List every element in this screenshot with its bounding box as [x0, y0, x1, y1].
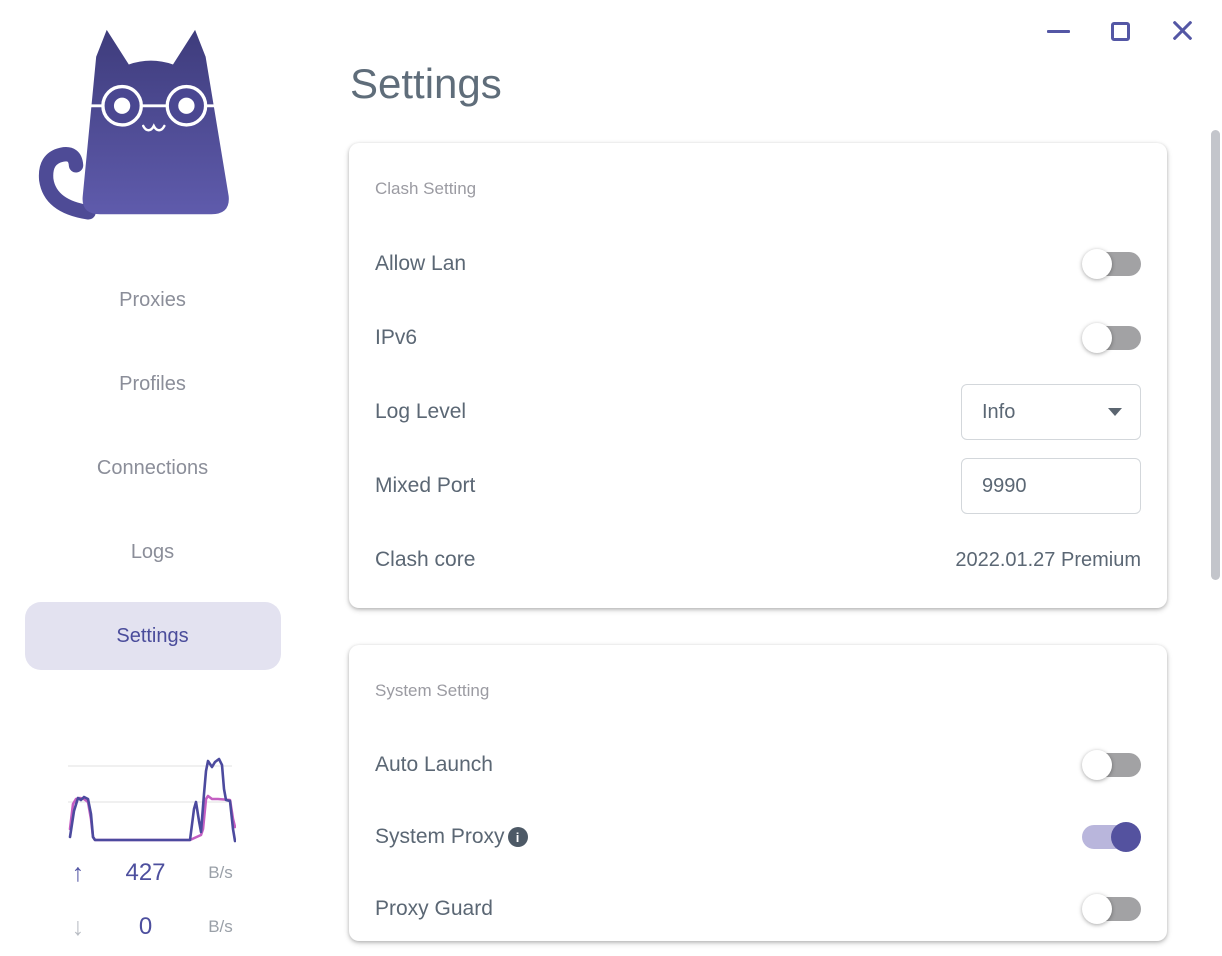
log-level-select[interactable]: Info	[961, 384, 1141, 440]
nav-item-settings[interactable]: Settings	[0, 594, 305, 678]
system-proxy-label: System Proxy i	[375, 825, 528, 849]
app-window: Proxies Profiles Connections Logs Settin…	[0, 0, 1222, 956]
clash-core-value: 2022.01.27 Premium	[955, 548, 1141, 571]
minimize-button[interactable]	[1046, 19, 1070, 43]
system-setting-rows: Auto Launch System Proxy i Proxy Guard	[375, 729, 1141, 945]
page-title: Settings	[350, 60, 502, 107]
log-level-selected-value: Info	[982, 400, 1016, 423]
system-setting-card: System Setting Auto Launch System Proxy …	[349, 645, 1167, 941]
clash-setting-card: Clash Setting Allow Lan IPv6 Log Level I…	[349, 143, 1167, 608]
ipv6-toggle[interactable]	[1082, 323, 1141, 353]
scrollbar-thumb[interactable]	[1211, 130, 1220, 580]
clash-core-row: Clash core 2022.01.27 Premium	[375, 523, 1141, 597]
auto-launch-label: Auto Launch	[375, 753, 493, 776]
nav-item-logs[interactable]: Logs	[0, 510, 305, 594]
toggle-knob	[1111, 822, 1141, 852]
system-proxy-toggle[interactable]	[1082, 822, 1141, 852]
allow-lan-label: Allow Lan	[375, 252, 467, 275]
close-button[interactable]	[1170, 19, 1194, 43]
upload-speed-value: 427	[125, 859, 166, 886]
clash-setting-header: Clash Setting	[375, 179, 477, 198]
nav-item-connections[interactable]: Connections	[0, 426, 305, 510]
upload-arrow-icon: ↑	[71, 858, 85, 887]
upload-speed-row: ↑ 427 B/s	[58, 856, 248, 890]
mixed-port-input[interactable]	[961, 458, 1141, 514]
download-arrow-icon: ↓	[71, 912, 85, 941]
download-speed-row: ↓ 0 B/s	[58, 910, 248, 944]
log-level-label: Log Level	[375, 400, 467, 423]
info-icon[interactable]: i	[507, 827, 528, 847]
mixed-port-label: Mixed Port	[375, 474, 476, 497]
maximize-icon	[1110, 21, 1130, 41]
allow-lan-toggle[interactable]	[1082, 249, 1141, 279]
close-icon	[1171, 20, 1193, 42]
nav-item-settings-pill: Settings	[24, 602, 281, 670]
sidebar: Proxies Profiles Connections Logs Settin…	[0, 0, 305, 956]
window-controls	[1046, 17, 1194, 45]
maximize-button[interactable]	[1108, 19, 1132, 43]
traffic-chart	[68, 757, 236, 843]
proxy-guard-label: Proxy Guard	[375, 897, 493, 920]
mixed-port-row: Mixed Port	[375, 449, 1141, 523]
upload-speed-unit: B/s	[208, 863, 233, 882]
auto-launch-row: Auto Launch	[375, 729, 1141, 801]
ipv6-row: IPv6	[375, 301, 1141, 375]
system-setting-header: System Setting	[375, 681, 490, 700]
download-speed-unit: B/s	[208, 917, 233, 936]
download-speed-value: 0	[138, 913, 153, 940]
clash-setting-rows: Allow Lan IPv6 Log Level Info Mixed Port…	[375, 227, 1141, 597]
system-proxy-label-text: System Proxy	[375, 825, 505, 848]
chevron-down-icon	[1108, 408, 1122, 416]
toggle-knob	[1082, 750, 1112, 780]
minimize-icon	[1046, 29, 1070, 33]
clash-cat-logo	[38, 29, 229, 220]
clash-core-label: Clash core	[375, 548, 476, 571]
log-level-row: Log Level Info	[375, 375, 1141, 449]
allow-lan-row: Allow Lan	[375, 227, 1141, 301]
proxy-guard-toggle[interactable]	[1082, 894, 1141, 924]
auto-launch-toggle[interactable]	[1082, 750, 1141, 780]
nav-item-proxies[interactable]: Proxies	[0, 258, 305, 342]
toggle-knob	[1082, 894, 1112, 924]
nav-item-profiles[interactable]: Profiles	[0, 342, 305, 426]
toggle-knob	[1082, 249, 1112, 279]
sidebar-nav: Proxies Profiles Connections Logs Settin…	[0, 258, 305, 678]
ipv6-label: IPv6	[375, 326, 418, 349]
proxy-guard-row: Proxy Guard	[375, 873, 1141, 945]
system-proxy-row: System Proxy i	[375, 801, 1141, 873]
toggle-knob	[1082, 323, 1112, 353]
